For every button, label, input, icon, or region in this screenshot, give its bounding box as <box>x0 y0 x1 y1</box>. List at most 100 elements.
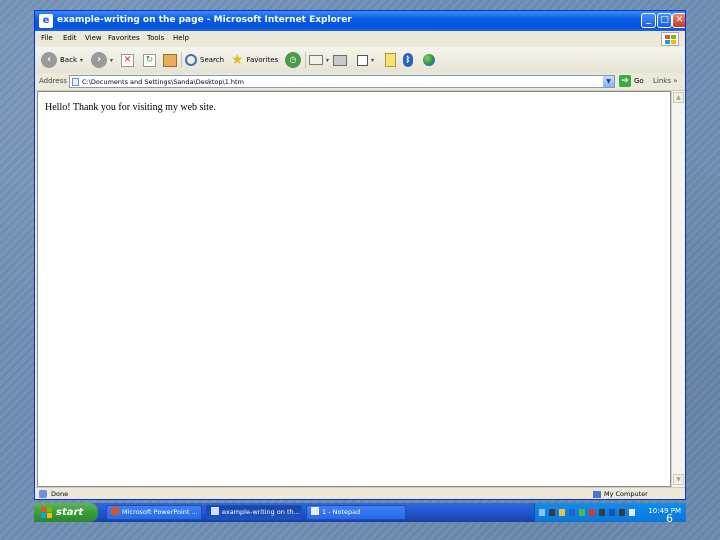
status-text: Done <box>51 490 69 498</box>
clock: 10:49 PM <box>648 507 681 515</box>
forward-arrow-icon: › <box>91 52 107 68</box>
vertical-scrollbar[interactable]: ▲ ▼ <box>671 91 685 487</box>
task-label: Microsoft PowerPoint ... <box>122 508 198 516</box>
favorites-star-icon: ★ <box>231 52 244 68</box>
discuss-button[interactable] <box>385 51 396 69</box>
edit-button[interactable]: ▾ <box>357 51 374 69</box>
address-bar: Address ▼ ➔ Go Links » <box>35 73 685 91</box>
address-dropdown-icon[interactable]: ▼ <box>603 76 614 87</box>
my-computer-icon <box>593 490 601 498</box>
tray-icon[interactable] <box>579 509 585 516</box>
close-button[interactable]: ✕ <box>672 13 685 28</box>
title-bar[interactable]: e example-writing on the page - Microsof… <box>35 11 685 31</box>
note-icon <box>385 53 396 67</box>
notepad-icon <box>311 507 319 515</box>
favorites-label: Favorites <box>246 56 279 64</box>
menu-file[interactable]: File <box>41 34 53 42</box>
menu-bar: File Edit View Favorites Tools Help <box>35 31 685 48</box>
forward-dropdown-icon[interactable]: ▾ <box>110 57 113 64</box>
start-button[interactable]: start <box>34 503 98 522</box>
edit-dropdown-icon[interactable]: ▾ <box>371 57 374 64</box>
history-button[interactable]: ◷ <box>285 51 301 69</box>
refresh-button[interactable]: ↻ <box>143 51 156 69</box>
back-dropdown-icon[interactable]: ▾ <box>80 57 83 64</box>
bluetooth-icon: ᛒ <box>403 53 413 67</box>
history-icon: ◷ <box>285 52 301 68</box>
powerpoint-icon <box>111 507 119 515</box>
page-body-text: Hello! Thank you for visiting my web sit… <box>45 102 216 113</box>
messenger-button[interactable] <box>423 51 435 69</box>
home-icon <box>163 53 177 67</box>
search-button[interactable]: Search <box>185 51 224 69</box>
stop-button[interactable]: ✕ <box>121 51 134 69</box>
search-icon <box>185 54 197 66</box>
tray-icon[interactable] <box>629 509 635 516</box>
tray-icon[interactable] <box>539 509 545 516</box>
tray-icon[interactable] <box>559 509 565 516</box>
go-arrow-icon: ➔ <box>619 75 631 87</box>
stop-icon: ✕ <box>121 53 134 67</box>
ie-logo-icon: e <box>39 14 53 28</box>
links-label: Links <box>653 77 671 85</box>
tray-icon[interactable] <box>569 509 575 516</box>
ie-window: e example-writing on the page - Microsof… <box>34 10 686 500</box>
messenger-icon <box>423 54 435 66</box>
slide-number: 6 <box>666 512 673 525</box>
back-label: Back <box>60 56 77 64</box>
menu-tools[interactable]: Tools <box>147 34 164 42</box>
mail-button[interactable]: ▾ <box>309 51 329 69</box>
refresh-icon: ↻ <box>143 53 156 67</box>
tray-icon[interactable] <box>599 509 605 516</box>
go-label: Go <box>634 77 644 85</box>
search-label: Search <box>200 56 225 64</box>
address-label: Address <box>39 77 67 85</box>
taskbar-item-powerpoint[interactable]: Microsoft PowerPoint ... <box>106 505 202 520</box>
windows-start-icon <box>41 507 52 518</box>
tray-icon[interactable] <box>619 509 625 516</box>
windows-logo-icon <box>661 32 679 46</box>
minimize-button[interactable]: _ <box>641 13 656 28</box>
favorites-button[interactable]: ★ Favorites <box>231 51 278 69</box>
window-title: example-writing on the page - Microsoft … <box>57 15 352 25</box>
taskbar-item-notepad[interactable]: 1 - Notepad <box>306 505 406 520</box>
links-button[interactable]: Links » <box>653 77 678 85</box>
task-label: example-writing on th... <box>222 508 300 516</box>
menu-edit[interactable]: Edit <box>63 34 77 42</box>
system-tray: 10:49 PM <box>534 503 686 522</box>
bluetooth-button[interactable]: ᛒ <box>403 51 413 69</box>
scroll-down-icon[interactable]: ▼ <box>673 474 684 485</box>
toolbar-separator <box>305 52 306 68</box>
maximize-button[interactable]: □ <box>657 13 672 28</box>
security-zone: My Computer <box>593 490 648 498</box>
print-button[interactable] <box>333 51 347 69</box>
forward-button[interactable]: › ▾ <box>91 51 113 69</box>
tray-icon[interactable] <box>589 509 595 516</box>
home-button[interactable] <box>163 51 177 69</box>
scroll-up-icon[interactable]: ▲ <box>673 92 684 103</box>
tray-icon[interactable] <box>609 509 615 516</box>
toolbar-separator <box>181 52 182 68</box>
mail-dropdown-icon[interactable]: ▾ <box>326 57 329 64</box>
go-button[interactable]: ➔ Go <box>619 75 644 87</box>
taskbar: start Microsoft PowerPoint ... example-w… <box>34 503 686 522</box>
taskbar-item-ie[interactable]: example-writing on th... <box>206 505 302 520</box>
standard-toolbar: ‹ Back ▾ › ▾ ✕ ↻ Search ★ Favorites ◷ ▾ … <box>35 47 685 74</box>
status-bar: Done My Computer <box>35 487 685 499</box>
page-icon <box>72 78 79 86</box>
address-input[interactable] <box>82 76 602 87</box>
page-content: Hello! Thank you for visiting my web sit… <box>37 91 671 487</box>
printer-icon <box>333 54 347 66</box>
page-status-icon <box>39 490 47 498</box>
back-button[interactable]: ‹ Back ▾ <box>41 51 83 69</box>
back-arrow-icon: ‹ <box>41 52 57 68</box>
start-label: start <box>56 507 84 518</box>
zone-label: My Computer <box>604 490 648 498</box>
mail-icon <box>309 55 323 65</box>
menu-view[interactable]: View <box>85 34 102 42</box>
tray-icon[interactable] <box>549 509 555 516</box>
task-label: 1 - Notepad <box>322 508 361 516</box>
address-field[interactable]: ▼ <box>69 75 615 88</box>
edit-icon <box>357 54 368 66</box>
menu-help[interactable]: Help <box>173 34 189 42</box>
menu-favorites[interactable]: Favorites <box>108 34 140 42</box>
